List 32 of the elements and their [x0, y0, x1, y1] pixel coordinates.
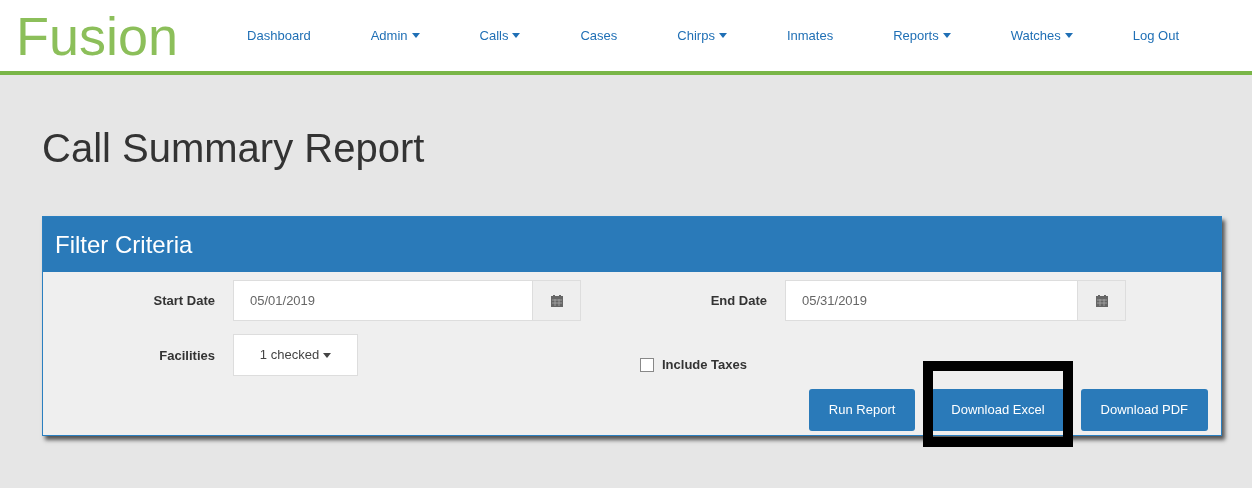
caret-icon [718, 33, 727, 38]
include-taxes-checkbox[interactable] [640, 357, 654, 372]
calendar-icon [1095, 294, 1108, 307]
date-field[interactable]: 05/01/2019 [233, 280, 581, 321]
nav-link[interactable]: Cases [566, 25, 632, 46]
action-button[interactable]: Run Report [808, 389, 916, 431]
caret-icon [942, 33, 951, 38]
nav-link[interactable]: Dashboard [233, 25, 325, 46]
nav-link[interactable]: Chirps [663, 25, 741, 46]
calendar-icon [550, 294, 563, 307]
nav-link[interactable]: Watches [996, 25, 1087, 46]
checkbox-label: Include Taxes [662, 356, 747, 374]
nav-link[interactable]: Calls [465, 25, 535, 46]
calendar-button[interactable] [532, 281, 580, 320]
nav-link[interactable]: Log Out [1118, 25, 1194, 46]
panel-title: Filter Criteria [55, 229, 193, 260]
caret-icon [512, 33, 521, 38]
nav-link[interactable]: Admin [356, 25, 434, 46]
nav-link[interactable]: Reports [879, 25, 965, 46]
caret-icon [1064, 33, 1073, 38]
field-label: Start Date [152, 291, 215, 310]
facilities-dropdown[interactable]: 1 checked [233, 334, 358, 376]
date-field[interactable]: 05/31/2019 [785, 280, 1126, 321]
field-label: Facilities [158, 347, 215, 365]
caret-icon [411, 33, 420, 38]
action-button[interactable]: Download Excel [931, 389, 1065, 431]
nav-link[interactable]: Inmates [772, 25, 848, 46]
caret-icon [323, 352, 332, 358]
action-button[interactable]: Download PDF [1080, 389, 1208, 431]
calendar-button[interactable] [1077, 281, 1125, 320]
page-title: Call Summary Report [42, 128, 426, 168]
field-label: End Date [709, 291, 767, 310]
